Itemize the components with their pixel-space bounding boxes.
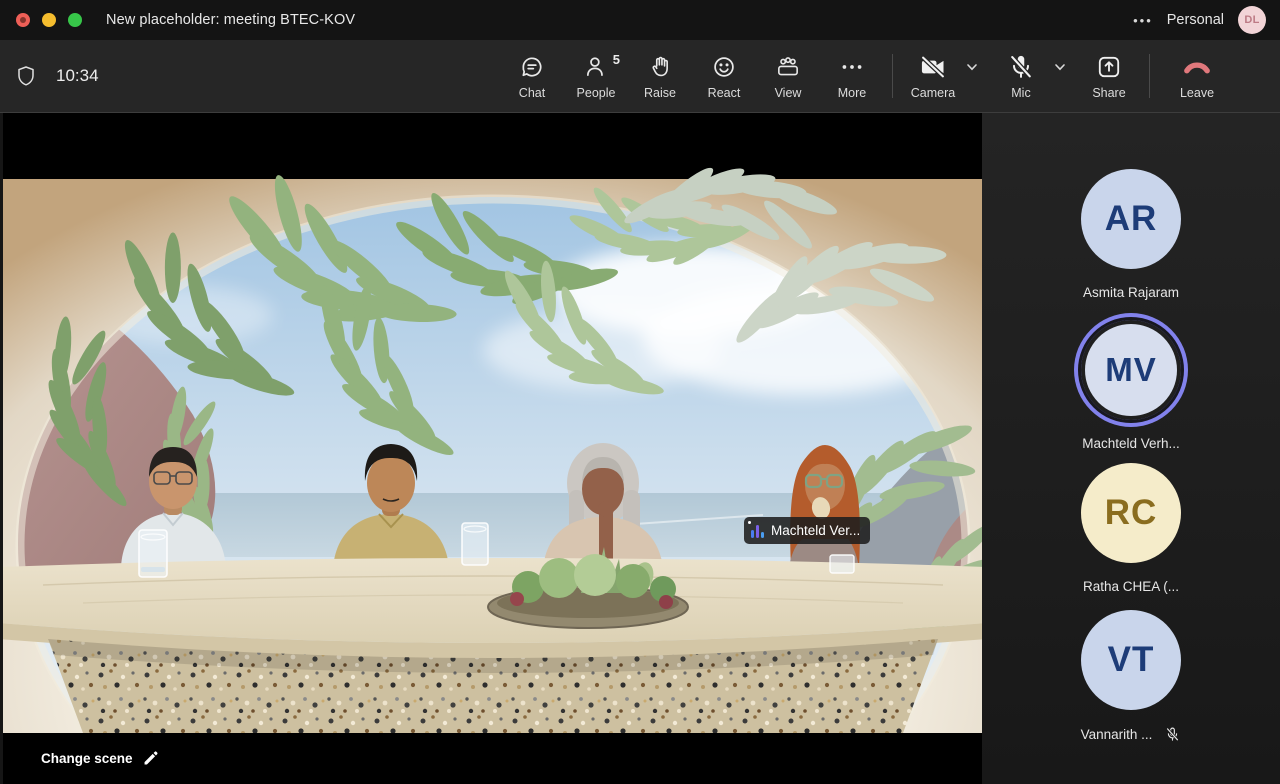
meeting-timer: 10:34 — [56, 66, 99, 86]
leave-label: Leave — [1180, 86, 1214, 100]
avatar: MV — [1085, 324, 1177, 416]
react-icon — [711, 53, 737, 81]
participant-name: Vannarith ... — [1081, 727, 1153, 742]
together-mode-scene — [3, 115, 982, 733]
chat-button[interactable]: Chat — [500, 53, 564, 100]
people-button[interactable]: 5 People — [564, 53, 628, 100]
share-label: Share — [1092, 86, 1125, 100]
more-options-icon[interactable]: ••• — [1133, 13, 1153, 28]
change-scene-label: Change scene — [41, 751, 133, 766]
mic-button[interactable]: Mic — [989, 53, 1053, 100]
participant-tile-ar[interactable]: AR Asmita Rajaram — [982, 169, 1280, 316]
participant-name: Machteld Verh... — [1082, 436, 1180, 451]
video-name-tag-label: Machteld Ver... — [771, 523, 860, 538]
toolbar-divider — [892, 54, 893, 98]
meeting-table — [3, 558, 982, 733]
pencil-icon — [142, 750, 159, 767]
audio-activity-icon — [751, 524, 764, 538]
titlebar: New placeholder: meeting BTEC-KOV ••• Pe… — [0, 0, 1280, 40]
mic-label: Mic — [1011, 86, 1030, 100]
meeting-window: New placeholder: meeting BTEC-KOV ••• Pe… — [0, 0, 1280, 784]
raise-hand-icon — [647, 53, 673, 81]
participant-name: Ratha CHEA (... — [1083, 579, 1179, 594]
more-icon — [839, 53, 865, 81]
avatar: RC — [1081, 463, 1181, 563]
camera-label: Camera — [911, 86, 955, 100]
participant-tile-rc[interactable]: RC Ratha CHEA (... — [982, 463, 1280, 610]
video-name-tag: Machteld Ver... — [744, 517, 870, 544]
chat-label: Chat — [519, 86, 545, 100]
window-title: New placeholder: meeting BTEC-KOV — [106, 12, 355, 28]
people-label: People — [577, 86, 616, 100]
zoom-window-button[interactable] — [68, 13, 82, 27]
leave-button[interactable]: Leave — [1162, 53, 1232, 100]
video-letterbox-top — [3, 115, 982, 179]
view-button[interactable]: View — [756, 53, 820, 100]
raise-hand-button[interactable]: Raise — [628, 53, 692, 100]
account-avatar[interactable]: DL — [1238, 6, 1266, 34]
shield-icon — [14, 64, 38, 88]
share-button[interactable]: Share — [1077, 53, 1141, 100]
react-button[interactable]: React — [692, 53, 756, 100]
camera-off-icon — [919, 53, 947, 81]
participant-tile-mv[interactable]: MV Machteld Verh... — [982, 316, 1280, 463]
main-video-tile[interactable]: Machteld Ver... Change scene — [0, 113, 982, 784]
mic-options-chevron-icon[interactable] — [1049, 53, 1071, 81]
chat-icon — [519, 53, 545, 81]
react-label: React — [708, 86, 741, 100]
more-button[interactable]: More — [820, 53, 884, 100]
minimize-window-button[interactable] — [42, 13, 56, 27]
account-label[interactable]: Personal — [1167, 12, 1224, 28]
participants-sidebar: AR Asmita Rajaram MV Machteld Verh... RC Rath… — [982, 113, 1280, 784]
raise-label: Raise — [644, 86, 676, 100]
view-label: View — [775, 86, 802, 100]
participant-name: Asmita Rajaram — [1083, 285, 1179, 300]
speaking-indicator-ring: MV — [1081, 320, 1181, 420]
participant-tile-vt[interactable]: VT Vannarith ... — [982, 610, 1280, 757]
traffic-lights — [16, 13, 82, 27]
avatar: AR — [1081, 169, 1181, 269]
camera-button[interactable]: Camera — [901, 53, 965, 100]
change-scene-button[interactable]: Change scene — [41, 750, 159, 767]
camera-options-chevron-icon[interactable] — [961, 53, 983, 81]
close-window-button[interactable] — [16, 13, 30, 27]
mic-off-icon — [1007, 53, 1035, 81]
meeting-toolbar: 10:34 Chat 5 People Raise — [0, 40, 1280, 113]
more-label: More — [838, 86, 866, 100]
people-icon: 5 — [583, 53, 609, 81]
view-icon — [774, 53, 802, 81]
share-icon — [1096, 53, 1122, 81]
leave-call-icon — [1182, 53, 1212, 81]
toolbar-divider — [1149, 54, 1150, 98]
people-count-badge: 5 — [613, 52, 620, 67]
mic-muted-icon — [1164, 726, 1181, 743]
avatar: VT — [1081, 610, 1181, 710]
